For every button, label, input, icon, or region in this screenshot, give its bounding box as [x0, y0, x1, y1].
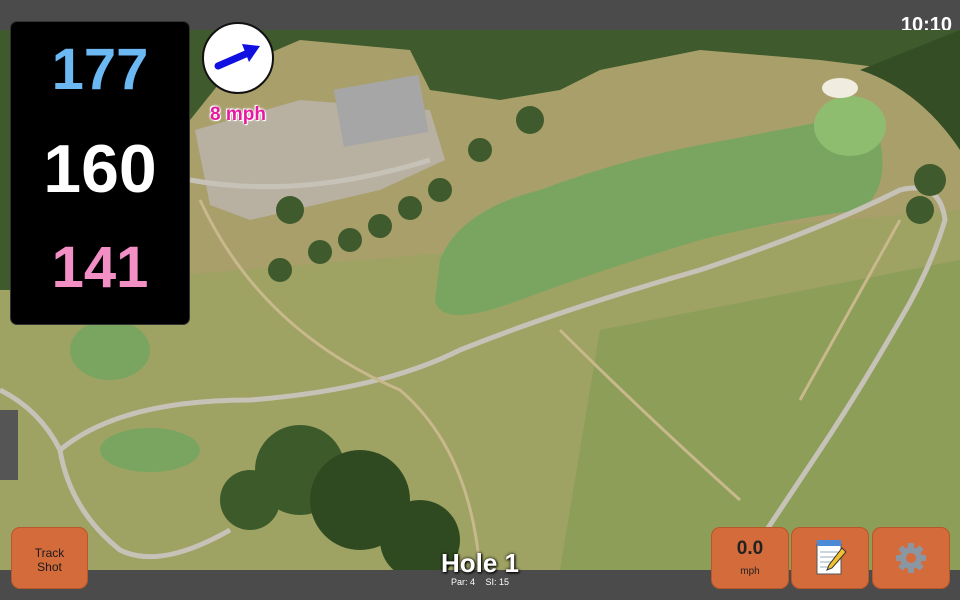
wind-speed: 8 mph — [210, 104, 266, 125]
hole-info: Par: 4 SI: 15 — [380, 577, 580, 587]
speed-unit: mph — [740, 566, 760, 577]
yardage-panel: 177 160 141 — [11, 22, 189, 324]
track-shot-label-line2: Shot — [37, 560, 62, 574]
notes-button[interactable] — [792, 528, 868, 588]
front-yardage: 141 — [51, 235, 149, 300]
hole-title: Hole 1 — [440, 548, 520, 578]
wind-direction-arrow-icon — [214, 44, 260, 70]
settings-button[interactable] — [873, 528, 949, 588]
back-yardage: 177 — [51, 37, 149, 102]
hole-stroke-index: SI: 15 — [485, 577, 510, 587]
gear-icon — [896, 543, 926, 573]
notepad-icon — [816, 540, 847, 575]
wind-indicator — [202, 22, 274, 94]
track-shot-label-line1: Track — [34, 546, 65, 560]
hole-par: Par: 4 — [450, 577, 475, 587]
speed-value: 0.0 — [736, 538, 764, 559]
track-shot-button[interactable]: Track Shot — [12, 528, 87, 588]
speed-button[interactable]: 0.0 mph — [712, 528, 788, 588]
middle-yardage: 160 — [43, 131, 157, 207]
